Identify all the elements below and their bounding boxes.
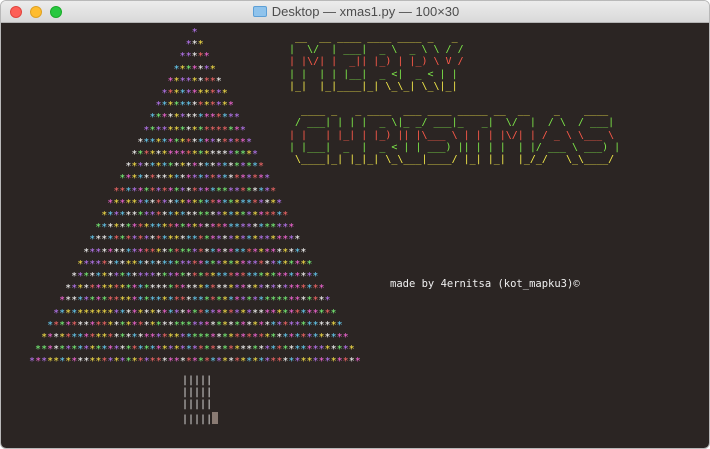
terminal-output[interactable]: * *** ***** ******* ********* **********… (1, 23, 709, 448)
tree-star: * (270, 185, 277, 197)
tree-star: * (276, 197, 283, 209)
merry-banner-line: | \/ | ___| _ \ _ \ \ / / (283, 44, 470, 56)
tree-star: * (348, 344, 355, 356)
tree-star: * (324, 295, 331, 307)
tree-star: * (233, 112, 240, 124)
tree-row: ************************* (23, 173, 361, 185)
tree-row: *********************************** (23, 234, 361, 246)
christmas-banner-line: | |___| _ | _ < | | ___) || | | | | |/ _… (283, 141, 621, 153)
merry-banner-line: __ __ ____ ____ ____ _ _ (283, 32, 470, 43)
tree-star: * (336, 319, 343, 331)
tree-row: *************************** (23, 186, 361, 198)
tree-star: * (354, 356, 361, 368)
merry-banner-line: | | | | |__| _ <| _ < | | (283, 68, 476, 80)
merry-banner-line: |_| |_|____|_| \_\_| \_\|_| (283, 80, 476, 92)
tree-star: * (258, 161, 265, 173)
christmas-banner-line: \____|_| |_|_| \_\___|____/ |_| |_| |_/_… (283, 154, 621, 166)
tree-star: * (203, 51, 210, 63)
tree-row: ****************************************… (23, 308, 361, 320)
tree-star: * (318, 283, 325, 295)
trunk-row: ||||| (182, 411, 219, 426)
tree-star: * (209, 63, 216, 75)
terminal-window: Desktop — xmas1.py — 100×30 * *** ***** … (0, 0, 710, 449)
tree-star: * (306, 258, 313, 270)
folder-icon (252, 6, 267, 17)
tree-row: ****************************************… (23, 344, 361, 356)
tree-star: * (245, 136, 252, 148)
tree-star: * (221, 88, 228, 100)
christmas-banner-line: / ___| | | | _ \|_ _/ ___|_ _| \/ | / \ … (283, 117, 621, 129)
tree-row: ****************************************… (23, 332, 361, 344)
tree-star: * (330, 307, 337, 319)
tree-trunk: ||||| ||||| ||||| ||||| (182, 375, 219, 426)
christmas-banner-line: ____ _ _ ____ ___ ____ _____ __ __ _ ___… (283, 105, 621, 117)
tree-row: ****************************************… (23, 271, 361, 283)
tree-row: ****************************************… (23, 295, 361, 307)
tree-row: ********************************* (23, 222, 361, 234)
tree-star: * (312, 271, 319, 283)
title-bar[interactable]: Desktop — xmas1.py — 100×30 (1, 1, 709, 23)
text-cursor (212, 411, 219, 424)
tree-row: ************************************* (23, 247, 361, 259)
trunk-row: ||||| (182, 399, 213, 411)
trunk-row: ||||| (182, 387, 213, 399)
window-title: Desktop — xmas1.py — 100×30 (1, 4, 709, 19)
tree-star: * (197, 39, 204, 51)
tree-row: ******************************* (23, 210, 361, 222)
christmas-banner-line: | | | |_| | |_) || |\___ \ | | | |\/| | … (283, 129, 621, 141)
window-title-text: Desktop — xmas1.py — 100×30 (271, 4, 460, 19)
tree-star: * (215, 75, 222, 87)
tree-star: * (264, 173, 271, 185)
tree-star: * (252, 149, 259, 161)
tree-row: ****************************************… (23, 320, 361, 332)
banner-spacer (283, 93, 620, 105)
tree-star: * (239, 124, 246, 136)
tree-star: * (342, 332, 349, 344)
tree-row: ****************************************… (23, 283, 361, 295)
tree-star: * (191, 27, 198, 38)
tree-row: *************************************** (23, 259, 361, 271)
tree-row: ****************************************… (23, 356, 361, 368)
tree-star: * (300, 246, 307, 258)
credit-text: made by 4ernitsa (kot_mapku3)© (390, 278, 580, 290)
tree-star: * (294, 234, 301, 246)
tree-star: * (227, 100, 234, 112)
tree-star: * (282, 210, 289, 222)
merry-banner-line: | |\/| | _|| |_) | |_) \ V / (283, 56, 476, 68)
trunk-row: ||||| (182, 375, 213, 386)
merry-christmas-banner: __ __ ____ ____ ____ _ _ | \/ | ___| _ \… (283, 32, 620, 166)
tree-row: ***************************** (23, 198, 361, 210)
tree-star: * (288, 222, 295, 234)
